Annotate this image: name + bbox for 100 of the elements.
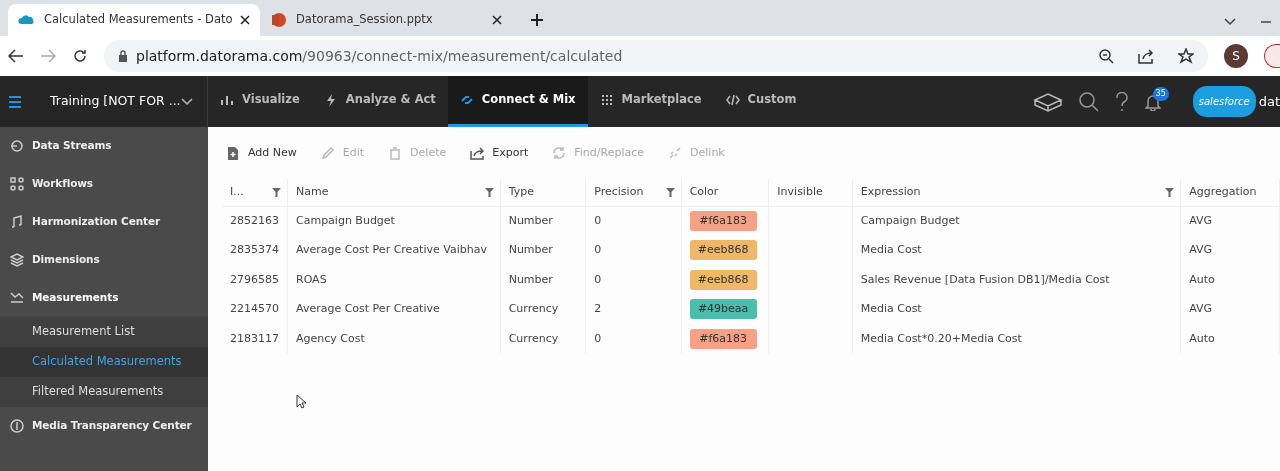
color-swatch: #f6a183	[689, 211, 757, 231]
export-icon	[470, 146, 485, 160]
nav-tab[interactable]: Connect & Mix	[447, 76, 588, 127]
workflow-icon	[10, 177, 24, 191]
toolbar-button[interactable]: Export	[470, 144, 529, 162]
zoom-out-icon[interactable]	[1098, 48, 1114, 64]
sidebar-subitem[interactable]: Filtered Measurements	[0, 377, 208, 407]
notification-count: 35	[1152, 86, 1169, 101]
slides-icon	[270, 12, 288, 28]
close-icon[interactable]	[492, 15, 502, 25]
grid-icon	[599, 93, 614, 107]
table-cell: AVG	[1180, 235, 1280, 265]
sidebar-item[interactable]: Data Streams	[0, 127, 208, 165]
star-icon[interactable]	[1178, 48, 1194, 64]
chevron-down-icon[interactable]	[1224, 18, 1236, 26]
table-cell: Sales Revenue [Data Fusion DB1]/Media Cost	[852, 265, 1181, 295]
column-header[interactable]: Invisible	[768, 179, 853, 206]
nav-tab[interactable]: Marketplace	[587, 76, 714, 127]
table-cell: 2	[585, 294, 682, 324]
back-icon[interactable]	[8, 49, 24, 63]
column-header[interactable]: Expression	[852, 179, 1181, 206]
browser-tab[interactable]: Calculated Measurements - Dato	[8, 4, 260, 36]
table-cell: 2796585	[222, 265, 288, 295]
share-icon[interactable]	[1138, 48, 1154, 64]
product-name: dat	[1258, 92, 1280, 111]
sidebar-item[interactable]: Media Transparency Center	[0, 407, 208, 445]
table-cell: Campaign Budget	[287, 206, 501, 236]
lock-icon	[118, 50, 128, 62]
brand-logo: salesforce	[1192, 86, 1256, 117]
sidebar-item[interactable]: Measurements	[0, 279, 208, 317]
nav-tab[interactable]: Analyze & Act	[311, 76, 448, 127]
table-cell: Average Cost Per Creative	[287, 294, 501, 324]
color-swatch: #f6a183	[689, 328, 757, 349]
filter-icon[interactable]	[665, 187, 675, 197]
nav-tab[interactable]: Visualize	[208, 76, 312, 127]
table-cell: Media Cost	[852, 294, 1181, 324]
profile-badge[interactable]	[1264, 44, 1280, 68]
chevron-down-icon	[180, 97, 193, 106]
music-note-icon	[10, 215, 24, 229]
table-cell: Campaign Budget	[852, 206, 1181, 236]
table-cell: Agency Cost	[287, 324, 501, 354]
nav-tab[interactable]: Custom	[713, 76, 809, 127]
workspace-selector[interactable]: Training [NOT FOR ...	[50, 92, 191, 111]
column-header[interactable]: Precision	[585, 179, 682, 206]
table-cell: 0	[585, 235, 682, 265]
table-cell: Auto	[1180, 265, 1280, 295]
sidebar-item[interactable]: Dimensions	[0, 241, 208, 279]
sidebar-subitem[interactable]: Measurement List	[0, 317, 208, 347]
broken-link-icon	[668, 146, 683, 160]
toolbar-button: Delete	[388, 144, 447, 162]
toolbar-button[interactable]: Add New	[226, 144, 297, 162]
table-cell: 0	[585, 265, 682, 295]
sidebar-subitem[interactable]: Calculated Measurements	[0, 347, 208, 377]
column-header[interactable]: Aggregation	[1180, 179, 1280, 206]
table-cell: AVG	[1180, 294, 1280, 324]
table-cell: 0	[585, 324, 682, 354]
filter-icon[interactable]	[272, 187, 281, 197]
table-cell: Media Cost*0.20+Media Cost	[852, 324, 1181, 354]
table-cell: Auto	[1180, 324, 1280, 354]
minimize-icon[interactable]	[1260, 18, 1272, 26]
browser-tab[interactable]: Datorama_Session.pptx	[260, 4, 512, 36]
close-icon[interactable]	[240, 15, 250, 25]
table-cell: Media Cost	[852, 235, 1181, 265]
table-cell: 2852163	[222, 206, 288, 236]
table-cell: 2183117	[222, 324, 288, 354]
table-cell: Average Cost Per Creative Vaibhav	[287, 235, 501, 265]
layers-icon	[10, 253, 24, 267]
toolbar-button: Find/Replace	[552, 144, 645, 162]
forward-icon	[40, 49, 56, 63]
sidebar-item[interactable]: Workflows	[0, 165, 208, 203]
refresh-icon	[552, 146, 567, 160]
toolbar-button: Delink	[668, 144, 725, 162]
reload-icon[interactable]	[72, 48, 88, 64]
column-header[interactable]: Color	[681, 179, 769, 206]
color-swatch: #49beaa	[689, 299, 757, 320]
link-icon	[459, 93, 474, 107]
search-icon[interactable]	[1078, 91, 1099, 112]
column-header[interactable]: Name	[287, 179, 501, 206]
new-tab-icon[interactable]	[530, 13, 544, 27]
profile-avatar[interactable]: S	[1224, 44, 1248, 68]
menu-icon[interactable]	[8, 95, 22, 108]
pencil-icon	[320, 146, 335, 160]
toolbar-button: Edit	[320, 144, 365, 162]
help-icon[interactable]	[1114, 91, 1129, 112]
column-header[interactable]: Type	[500, 179, 586, 206]
filter-icon[interactable]	[1165, 187, 1175, 197]
table-cell: 0	[585, 206, 682, 236]
table-cell: ROAS	[287, 265, 501, 295]
table-cell: Number	[500, 235, 586, 265]
sidebar-item[interactable]: Harmonization Center	[0, 203, 208, 241]
filter-icon[interactable]	[484, 187, 494, 197]
add-file-icon	[226, 146, 240, 160]
table-cell: 2835374	[222, 235, 288, 265]
color-swatch: #eeb868	[689, 269, 757, 290]
measure-icon	[10, 291, 24, 305]
code-icon	[725, 93, 740, 107]
table-cell: Currency	[500, 324, 586, 354]
box-icon[interactable]	[1032, 91, 1063, 112]
column-header[interactable]: I...	[222, 179, 288, 206]
cursor-icon	[296, 393, 306, 409]
